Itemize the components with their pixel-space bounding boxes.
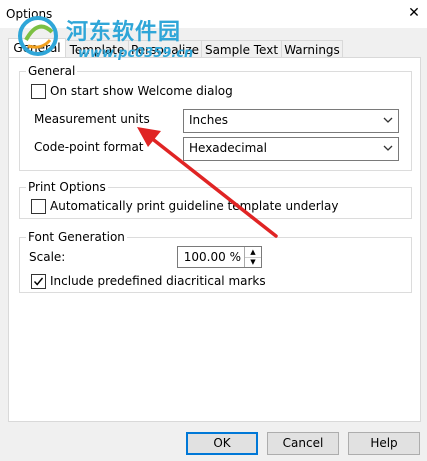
measurement-units-value: Inches — [189, 113, 228, 127]
font-generation-group: Font Generation Scale: 100.00 % ▲ ▼ Incl… — [19, 230, 412, 293]
font-generation-group-title: Font Generation — [26, 230, 127, 244]
welcome-checkbox-label: On start show Welcome dialog — [50, 84, 233, 98]
welcome-checkbox[interactable] — [31, 84, 46, 99]
scale-value: 100.00 % — [183, 250, 241, 264]
diacritical-checkbox-label: Include predefined diacritical marks — [50, 274, 266, 288]
scale-stepper[interactable]: 100.00 % ▲ ▼ — [177, 246, 262, 268]
watermark: 河东软件园 www.pc0359.cn — [14, 2, 214, 68]
scale-stepper-buttons: ▲ ▼ — [244, 247, 261, 267]
diacritical-checkbox[interactable] — [31, 274, 46, 289]
chevron-down-icon — [383, 145, 393, 151]
chevron-down-icon — [383, 117, 393, 123]
print-options-group: Print Options Automatically print guidel… — [19, 180, 412, 219]
guideline-checkbox-label: Automatically print guideline template u… — [50, 199, 339, 213]
close-icon[interactable]: ✕ — [404, 3, 424, 23]
codepoint-format-label: Code-point format — [34, 140, 144, 154]
watermark-url: www.pc0359.cn — [78, 46, 194, 61]
guideline-checkbox[interactable] — [31, 199, 46, 214]
ok-button[interactable]: OK — [186, 432, 258, 455]
checkmark-icon — [33, 277, 44, 286]
help-button[interactable]: Help — [348, 432, 420, 455]
measurement-units-label: Measurement units — [34, 112, 150, 126]
watermark-title: 河东软件园 — [66, 20, 182, 45]
measurement-units-select[interactable]: Inches — [183, 109, 399, 133]
codepoint-format-value: Hexadecimal — [189, 141, 267, 155]
options-dialog: Options ✕ General Template Personalize S… — [0, 0, 427, 461]
scale-label: Scale: — [29, 250, 66, 264]
general-group: General On start show Welcome dialog Mea… — [19, 64, 412, 171]
print-options-group-title: Print Options — [26, 180, 108, 194]
cancel-button[interactable]: Cancel — [267, 432, 339, 455]
codepoint-format-select[interactable]: Hexadecimal — [183, 137, 399, 161]
spin-down-icon[interactable]: ▼ — [245, 257, 261, 267]
watermark-logo-icon — [18, 16, 58, 56]
tab-panel-general: General On start show Welcome dialog Mea… — [8, 57, 421, 422]
